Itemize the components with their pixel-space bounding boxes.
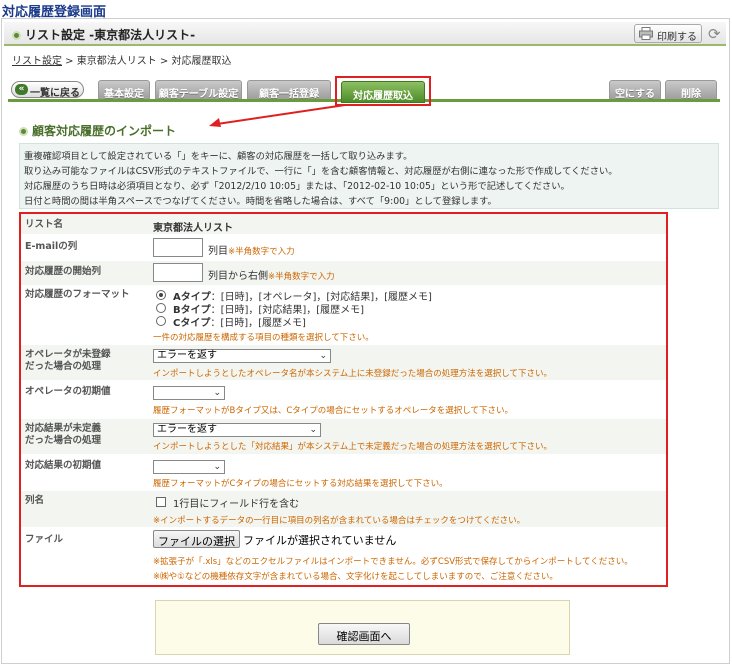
result-undefined-label: 対応結果が未定義 だった場合の処理 [25,423,102,446]
result-undefined-note: インポートしようとした「対応結果」が本システム上で未定義だった場合の処理方法を選… [153,442,552,452]
format-c-radio[interactable] [156,316,166,326]
file-label: ファイル [25,534,64,545]
active-tab-highlight: 対応履歴取込 [335,76,431,106]
file-note-1: ※拡張子が「.xls」などのエクセルファイルはインポートできません。必ずCSV形… [153,557,633,567]
info-line: 日付と時間の間は半角スペースでつなげてください。時間を省略した場合は、すべて「9… [24,196,497,207]
field-row-checkbox-label: 1行目にフィールド行を含む [173,499,300,510]
tab-basic-settings[interactable]: 基本設定 [98,80,150,100]
history-start-suffix: 列目から右側※半角数字で入力 [208,271,335,282]
panel-title: リスト設定 -東京都法人リスト- [12,26,195,43]
info-line: 取り込み可能なファイルはCSV形式のテキストファイルで、一行に「」を含む顧客情報… [24,166,618,177]
chevron-down-icon: ⌄ [319,351,327,361]
info-line: 対応履歴のうち日時は必須項目となり、必ず「2012/2/10 10:05」または… [24,181,570,192]
section-title: 顧客対応履歴のインポート [19,122,176,139]
row-bg [21,261,666,286]
chevron-down-icon: ⌄ [309,425,317,435]
operator-unregistered-select[interactable]: エラーを返す ⌄ [153,349,331,363]
format-a-radio[interactable] [156,290,166,300]
file-status: ファイルが選択されていません [243,534,397,547]
refresh-icon[interactable]: ⟳ [708,25,721,43]
import-form: リスト名 東京都法人リスト E-mailの列 列目※半角数字で入力 対応履歴の開… [19,212,668,587]
format-note: 一件の対応履歴を構成する項目の種類を選択して下さい。 [153,333,374,343]
info-box: 重複確認項目として設定されている「」をキーに、顧客の対応履歴を一括して取り込みま… [19,143,719,209]
chevron-down-icon: ⌄ [213,462,221,472]
tab-customer-table[interactable]: 顧客テーブル設定 [155,80,242,100]
result-undefined-select[interactable]: エラーを返す ⌄ [153,423,321,437]
tab-clear[interactable]: 空にする [609,80,661,100]
breadcrumb: リスト設定 > 東京都法人リスト > 対応履歴取込 [12,52,231,67]
breadcrumb-link-list-settings[interactable]: リスト設定 [12,56,62,67]
panel-header: リスト設定 -東京都法人リスト- 印刷する ⟳ [4,22,726,46]
confirm-button[interactable]: 確認画面へ [318,623,410,645]
info-line: 重複確認項目として設定されている「」をキーに、顧客の対応履歴を一括して取り込みま… [24,151,413,162]
column-name-label: 列名 [25,495,45,506]
email-column-label: E-mailの列 [25,241,78,252]
arrow-bullet-icon [19,127,28,136]
column-name-note: ※インポートするデータの一行目に項目の列名が含まれている場合はチェックをつけてく… [153,516,526,526]
result-default-label: 対応結果の初期値 [25,460,102,471]
tab-delete[interactable]: 削除 [665,80,717,100]
breadcrumb-rest: > 東京都法人リスト > 対応履歴取込 [62,56,232,67]
list-name-label: リスト名 [25,219,64,230]
tab-history-import[interactable]: 対応履歴取込 [341,81,425,103]
annotation-arrow [209,104,346,127]
back-to-list-button[interactable]: «一覧に戻る [11,81,84,99]
confirm-area: 確認画面へ [155,600,570,655]
operator-unregistered-label: オペレータが未登録 だった場合の処理 [25,349,111,372]
file-note-2: ※㈱や①などの機種依存文字が含まれている場合、文字化けを起こしてしまいますので、… [153,572,558,582]
history-start-input[interactable] [153,263,203,282]
operator-default-note: 履歴フォーマットがBタイプ又は、Cタイプの場合にセットするオペレータを選択して下… [153,406,514,416]
format-c-option: Cタイプ：[日時]，[履歴メモ] [173,318,306,329]
printer-icon [639,27,653,40]
operator-default-select[interactable]: ⌄ [153,386,225,400]
format-label: 対応履歴のフォーマット [25,289,130,300]
result-default-note: 履歴フォーマットがCタイプの場合にセットする対応結果を選択して下さい。 [153,479,448,489]
result-default-select[interactable]: ⌄ [153,460,225,474]
double-chevron-left-icon: « [15,84,28,95]
history-start-label: 対応履歴の開始列 [25,266,102,277]
print-button[interactable]: 印刷する [634,24,702,43]
chevron-down-icon: ⌄ [213,388,221,398]
file-select-button[interactable]: ファイルの選択 [153,530,240,548]
field-row-checkbox[interactable] [156,497,166,507]
tab-bulk-register[interactable]: 顧客一括登録 [247,80,331,100]
row-bg [21,214,666,235]
bullet-icon [12,31,21,40]
format-b-radio[interactable] [156,303,166,313]
operator-unregistered-note: インポートしようとしたオペレータ名が本システム上に未登録だった場合の処理方法を選… [153,369,552,379]
email-column-input[interactable] [153,238,203,257]
operator-default-label: オペレータの初期値 [25,386,111,397]
list-name-value: 東京都法人リスト [153,223,233,234]
email-column-suffix: 列目※半角数字で入力 [208,246,295,257]
